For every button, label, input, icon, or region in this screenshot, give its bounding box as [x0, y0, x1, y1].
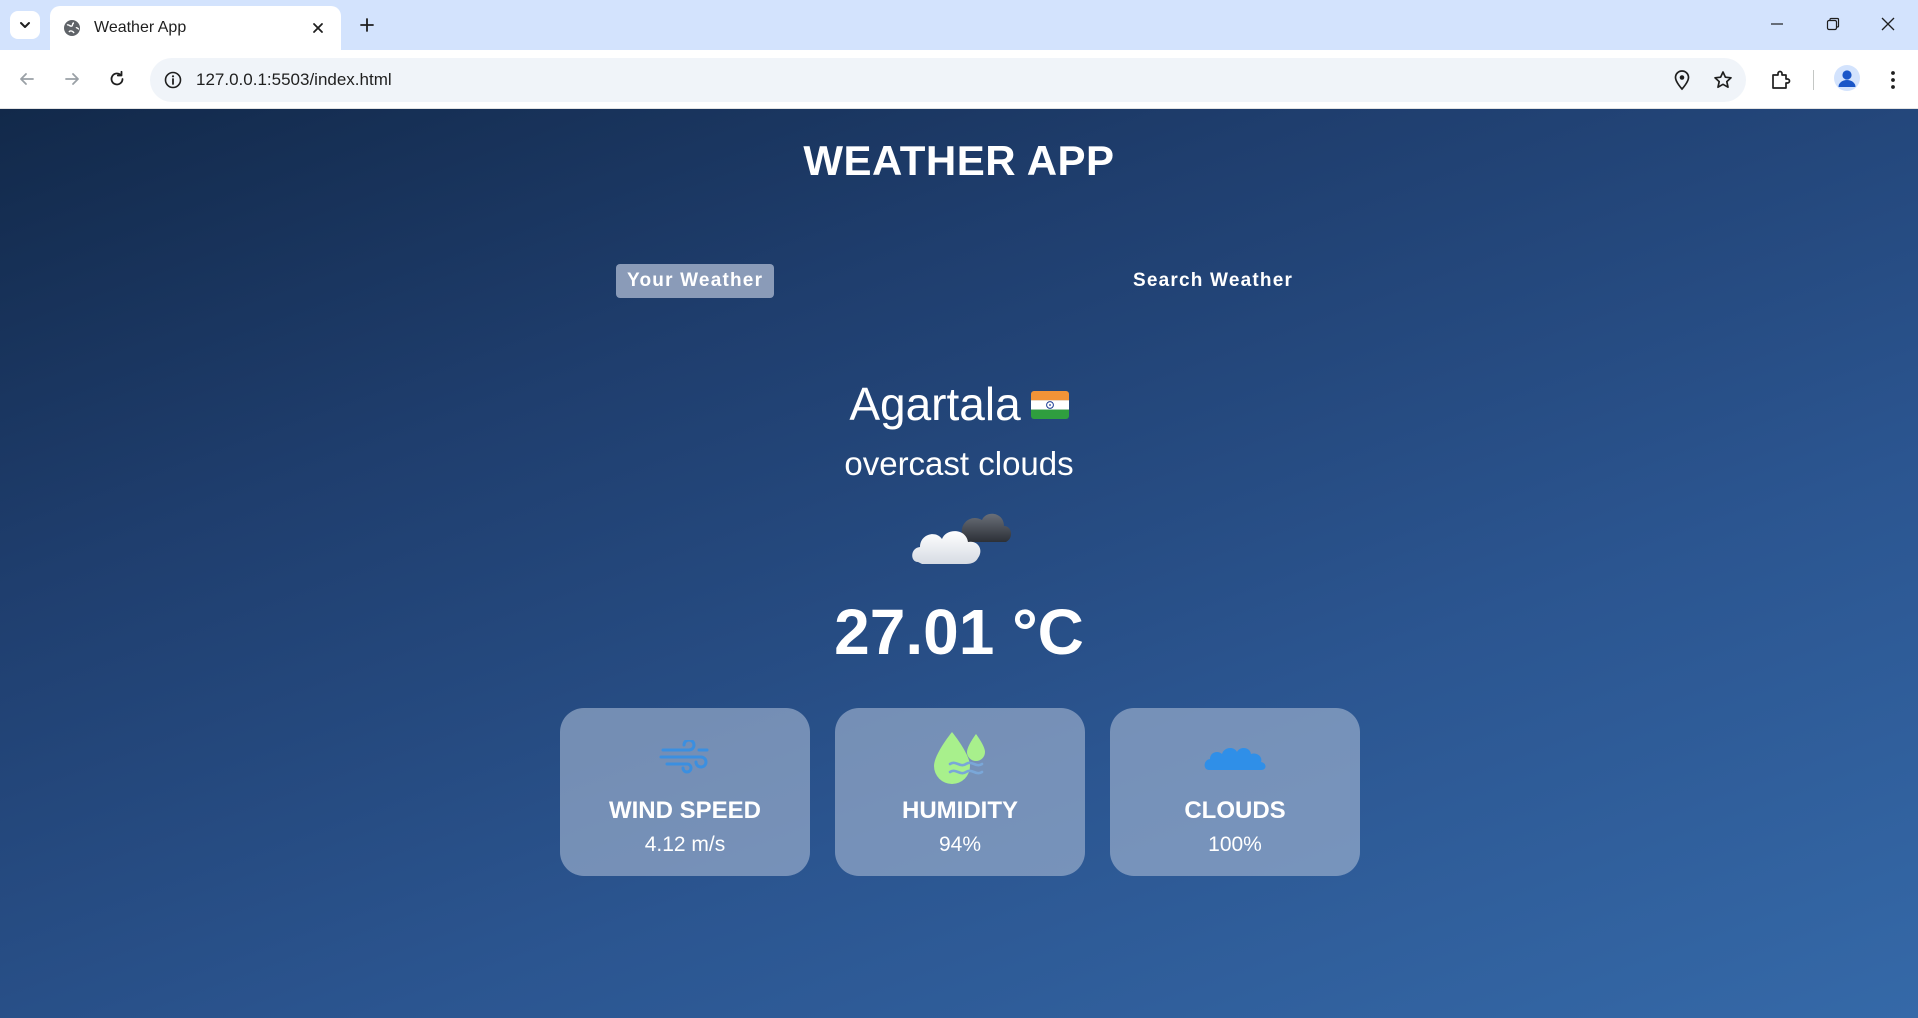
temperature: 27.01 °C	[834, 596, 1084, 668]
browser-toolbar: 127.0.0.1:5503/index.html	[0, 50, 1918, 109]
tab-search-weather[interactable]: Search Weather	[1122, 264, 1304, 298]
tab-close-icon[interactable]	[307, 17, 329, 39]
card-value: 94%	[938, 833, 982, 856]
humidity-drops-icon	[835, 728, 1085, 786]
browser-tabstrip: Weather App	[0, 0, 1918, 50]
wind-icon	[560, 728, 810, 786]
forward-arrow-icon	[65, 73, 79, 85]
card-label: WIND SPEED	[608, 797, 761, 824]
avatar-icon[interactable]	[1834, 65, 1860, 91]
app-title: WEATHER APP	[803, 137, 1115, 184]
info-icon[interactable]	[162, 69, 184, 91]
clouds-card: CLOUDS 100%	[1110, 708, 1360, 876]
kebab-menu-icon[interactable]	[1880, 67, 1906, 93]
humidity-card: HUMIDITY 94%	[835, 708, 1085, 876]
browser-tab[interactable]: Weather App	[50, 6, 341, 50]
puzzle-icon[interactable]	[1768, 67, 1794, 93]
card-value: 4.12 m/s	[644, 833, 726, 856]
wind-speed-card: WIND SPEED 4.12 m/s	[560, 708, 810, 876]
back-arrow-icon	[20, 73, 34, 85]
location-pin-icon[interactable]	[1670, 68, 1694, 92]
reload-button[interactable]	[100, 62, 134, 96]
india-flag-icon	[1030, 391, 1069, 419]
weather-page: WEATHER APP Your Weather Search Weather …	[0, 109, 1918, 1018]
weather-description: overcast clouds	[844, 445, 1074, 482]
reload-icon	[110, 70, 124, 86]
close-icon	[1881, 17, 1895, 31]
globe-icon	[62, 18, 82, 38]
card-value: 100%	[1208, 833, 1262, 856]
chevron-down-icon	[20, 22, 30, 28]
back-button[interactable]	[10, 62, 44, 96]
tab-your-weather[interactable]: Your Weather	[616, 264, 775, 298]
forward-button[interactable]	[55, 62, 89, 96]
tab-search-button[interactable]	[10, 11, 40, 39]
tab-title: Weather App	[94, 19, 187, 36]
restore-icon	[1826, 17, 1840, 31]
star-icon[interactable]	[1711, 68, 1735, 92]
city-name: Agartala	[849, 378, 1021, 430]
city-row: Agartala	[0, 377, 1918, 431]
url-text[interactable]: 127.0.0.1:5503/index.html	[196, 70, 392, 90]
plus-icon	[360, 18, 374, 32]
card-label: CLOUDS	[1184, 797, 1286, 824]
cloud-icon	[1110, 728, 1360, 786]
address-bar[interactable]: 127.0.0.1:5503/index.html	[150, 58, 1746, 102]
close-window-button[interactable]	[1865, 6, 1911, 42]
card-label: HUMIDITY	[902, 797, 1018, 824]
new-tab-button[interactable]	[352, 10, 382, 40]
minimize-button[interactable]	[1754, 6, 1800, 42]
minimize-icon	[1771, 23, 1783, 25]
broken-clouds-icon	[912, 513, 1012, 564]
restore-button[interactable]	[1810, 6, 1856, 42]
toolbar-divider	[1813, 70, 1814, 90]
